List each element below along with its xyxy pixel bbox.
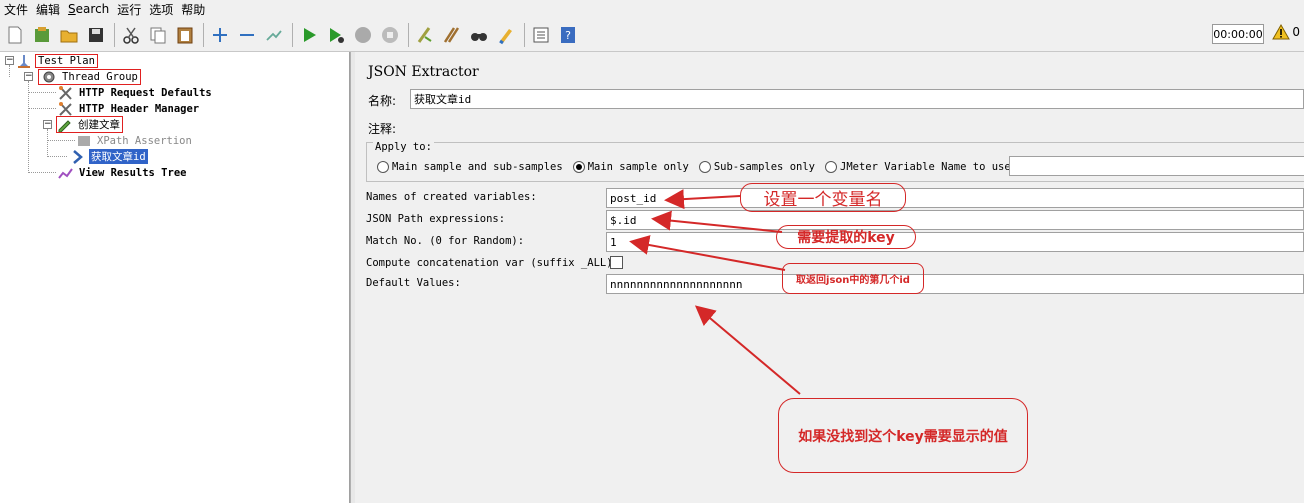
annotation-json-key: 需要提取的key (776, 225, 916, 249)
tree-node-http-request-defaults[interactable]: HTTP Request Defaults (58, 85, 214, 100)
open-icon[interactable] (58, 24, 80, 46)
match-no-label: Match No. (0 for Random): (366, 235, 525, 247)
collapse-icon[interactable] (236, 24, 258, 46)
help-icon[interactable]: ? (557, 24, 579, 46)
tree-node-test-plan[interactable]: Test Plan (16, 53, 98, 68)
menu-edit[interactable]: 编辑 (36, 1, 60, 18)
start-icon[interactable] (298, 24, 320, 46)
shutdown-icon[interactable] (379, 24, 401, 46)
tree-node-thread-group[interactable]: Thread Group (38, 68, 141, 85)
tree-node-get-article-id[interactable]: 获取文章id (70, 149, 148, 164)
toolbar-separator (408, 22, 409, 47)
extractor-arrow-icon (73, 149, 83, 164)
menu-bar: 文件 编辑 Search 运行 选项 帮助 (0, 0, 1304, 18)
svg-text:?: ? (565, 29, 571, 42)
test-plan-icon (18, 54, 30, 68)
function-helper-icon[interactable] (530, 24, 552, 46)
names-label: Names of created variables: (366, 191, 537, 203)
sampler-pencil-icon (58, 119, 71, 132)
tree-node-xpath-assertion[interactable]: XPath Assertion (76, 133, 194, 148)
apply-to-title: Apply to: (373, 141, 434, 153)
tree-node-http-header-manager[interactable]: HTTP Header Manager (58, 101, 201, 116)
jmeter-variable-input[interactable] (1009, 156, 1304, 176)
toolbar: ? 00:00:00 0 (0, 18, 1304, 52)
toolbar-separator (114, 22, 115, 47)
elapsed-timer: 00:00:00 (1212, 24, 1264, 44)
radio-button[interactable] (825, 161, 837, 173)
warning-count: 0 (1292, 25, 1300, 39)
config-wrench-icon (59, 85, 72, 100)
create-article-collapse-toggle[interactable]: − (43, 120, 52, 129)
radio-button[interactable] (377, 161, 389, 173)
cut-icon[interactable] (120, 24, 142, 46)
stop-icon[interactable] (352, 24, 374, 46)
apply-to-group: Apply to: Main sample and sub-samples Ma… (366, 141, 1304, 182)
name-label: 名称: (368, 94, 397, 108)
json-path-label: JSON Path expressions: (366, 213, 506, 225)
annotation-variable-name: 设置一个变量名 (740, 183, 906, 212)
apply-to-options: Main sample and sub-samples Main sample … (377, 161, 1021, 173)
default-values-input[interactable]: nnnnnnnnnnnnnnnnnnnn (606, 274, 1304, 294)
radio-button[interactable] (698, 161, 711, 173)
menu-search[interactable]: Search (68, 2, 109, 16)
split-pane-divider[interactable] (350, 52, 355, 503)
tree-node-create-article[interactable]: 创建文章 (56, 116, 123, 133)
save-icon[interactable] (85, 24, 107, 46)
concat-checkbox[interactable] (610, 256, 623, 269)
new-icon[interactable] (4, 24, 26, 46)
menu-help[interactable]: 帮助 (181, 1, 205, 18)
radio-button[interactable] (572, 161, 585, 173)
comment-input[interactable] (410, 117, 1304, 137)
warning-icon (1272, 24, 1291, 40)
search-icon[interactable] (468, 24, 490, 46)
match-no-input[interactable]: 1 (606, 232, 1304, 252)
menu-file[interactable]: 文件 (4, 1, 28, 18)
annotation-default-value: 如果没找到这个key需要显示的值 (778, 398, 1028, 473)
test-plan-tree: − Test Plan − Thread Group HTTP Request … (0, 52, 350, 503)
clear-icon[interactable] (414, 24, 436, 46)
warning-indicator[interactable]: 0 (1272, 24, 1300, 40)
reset-search-icon[interactable] (495, 24, 517, 46)
expand-icon[interactable] (209, 24, 231, 46)
config-wrench-icon (59, 101, 72, 116)
start-no-pause-icon[interactable] (325, 24, 347, 46)
annotation-match-number: 取返回json中的第几个id (782, 263, 924, 294)
tree-node-view-results-tree[interactable]: View Results Tree (58, 165, 188, 180)
paste-icon[interactable] (174, 24, 196, 46)
panel-title: JSON Extractor (368, 64, 479, 80)
toolbar-separator (292, 22, 293, 47)
comment-label: 注释: (368, 122, 397, 136)
toolbar-separator (524, 22, 525, 47)
copy-icon[interactable] (147, 24, 169, 46)
thread-group-collapse-toggle[interactable]: − (24, 72, 33, 81)
templates-icon[interactable] (31, 24, 53, 46)
toggle-icon[interactable] (263, 24, 285, 46)
listener-chart-icon (58, 167, 73, 179)
toolbar-separator (203, 22, 204, 47)
radio-sub-only[interactable]: Sub-samples only (698, 161, 815, 173)
concat-label: Compute concatenation var (suffix _ALL): (366, 257, 619, 269)
radio-jmeter-variable[interactable]: JMeter Variable Name to use (825, 161, 1011, 173)
thread-group-gear-icon (43, 71, 55, 82)
radio-main-and-sub[interactable]: Main sample and sub-samples (377, 161, 563, 173)
json-path-input[interactable]: $.id (606, 210, 1304, 230)
menu-options[interactable]: 选项 (149, 1, 173, 18)
clear-all-icon[interactable] (441, 24, 463, 46)
radio-main-only[interactable]: Main sample only (572, 161, 689, 173)
menu-run[interactable]: 运行 (117, 1, 141, 18)
assertion-icon (78, 135, 90, 146)
default-values-label: Default Values: (366, 277, 461, 289)
names-input[interactable]: post_id (606, 188, 1304, 208)
name-input[interactable]: 获取文章id (410, 89, 1304, 109)
test-plan-collapse-toggle[interactable]: − (5, 56, 14, 65)
